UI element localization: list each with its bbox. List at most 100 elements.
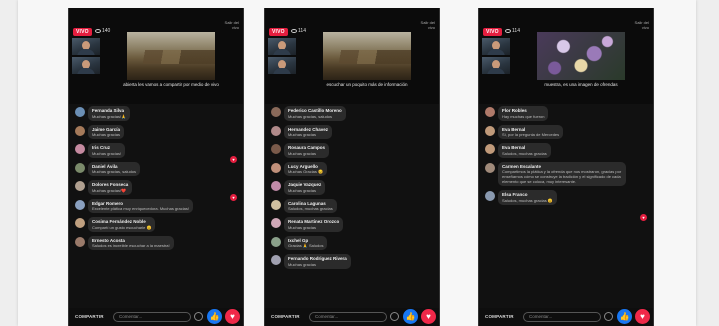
like-reaction-button[interactable]: 👍: [403, 309, 418, 324]
participant-cam: [482, 38, 510, 55]
bottom-bar: COMPARTIR Comentar... 👍 ♥: [265, 308, 439, 326]
comment-text: Excelente plática muy enriquecedora. Muc…: [92, 206, 189, 211]
shared-screen-image: [537, 32, 625, 80]
comment-bubble: Elsa Franco Saludos, muchas gracias 😊: [498, 190, 557, 205]
share-button[interactable]: COMPARTIR: [75, 314, 104, 319]
avatar[interactable]: [271, 181, 281, 191]
comment-bubble: Jaime García Muchas gracias: [88, 124, 125, 139]
like-reaction-button[interactable]: 👍: [617, 309, 632, 324]
commenter-name[interactable]: Renata Martinez Orozco: [288, 219, 339, 225]
avatar[interactable]: [75, 236, 85, 247]
avatar[interactable]: [271, 144, 281, 154]
shared-screen-image: [127, 32, 215, 80]
comment-row: Fernanda Silva Muchas gracias!🙏: [75, 106, 243, 121]
comment-row: Hernandez Chavez Muchas gracias: [271, 124, 439, 139]
comment-bubble: Jaquie Vazquez Muchas gracias: [284, 180, 326, 195]
comment-text: Muchas gracias: [288, 150, 317, 156]
emoji-icon[interactable]: [604, 312, 613, 321]
comment-item: Cosima Fernández Noble Compartí un gusto…: [69, 217, 243, 232]
video-area: VIVO 140 Salir del vivo abierta les vamo…: [69, 8, 243, 104]
comment-item: Carolina Lagunas Saludos, muchas gracias: [265, 198, 439, 213]
avatar[interactable]: [75, 107, 85, 117]
comment-row: Daniel Ávila Muchas gracias, saludos: [75, 161, 243, 176]
comment-item: Lucy Arguello Muchas Gracias 😊: [265, 161, 439, 176]
avatar[interactable]: [485, 162, 495, 173]
live-badge: VIVO: [73, 28, 92, 36]
emoji-icon[interactable]: [194, 312, 203, 321]
like-reaction-button[interactable]: 👍: [207, 309, 222, 324]
comment-bubble: Iris Cruz Muchas gracias!: [88, 143, 126, 158]
comment-item: Dolores Fonseca Muchas gracias!❤️: [69, 180, 243, 195]
comment-text: Muchas gracias, saludos: [288, 113, 333, 119]
commenter-name[interactable]: Rosaura Campos: [288, 145, 325, 151]
comment-item: Ernesto Acosta Saludos es increíble escu…: [69, 235, 243, 250]
comment-bubble: Federico Castillo Moreno Muchas gracias,…: [284, 106, 346, 121]
avatar[interactable]: [271, 162, 281, 173]
share-button[interactable]: COMPARTIR: [485, 314, 514, 319]
commenter-name[interactable]: Fernando Rodriguez Rivera: [288, 256, 347, 262]
commenter-name[interactable]: Jaquie Vazquez: [288, 182, 321, 188]
participant-cams: [482, 38, 510, 76]
comment-input[interactable]: Comentar...: [113, 312, 191, 322]
participant-cam: [72, 57, 100, 74]
love-reaction-button[interactable]: ♥: [635, 309, 650, 324]
avatar[interactable]: [75, 218, 85, 228]
avatar[interactable]: [485, 191, 495, 201]
floating-heart-icon: ♥: [640, 214, 647, 221]
comment-bubble: Ixchel Gp Gracias 🙏 Saludos: [284, 235, 328, 250]
avatar[interactable]: [271, 199, 281, 210]
comment-row: Renata Martinez Orozco Muchas gracias: [271, 217, 439, 232]
comment-text: Muchas gracias!🙏: [92, 113, 127, 119]
comment-item: Edgar Romero Excelente plática muy enriq…: [69, 198, 243, 213]
avatar[interactable]: [485, 107, 495, 117]
comment-bubble: Cosima Fernández Noble Compartí un gusto…: [88, 217, 156, 232]
commenter-name[interactable]: Federico Castillo Moreno: [288, 108, 342, 114]
comment-row: Eva Bernal Sí, por la pregunta de Merced…: [485, 124, 653, 139]
exit-live-link[interactable]: Salir del vivo: [221, 20, 239, 30]
exit-live-link[interactable]: Salir del vivo: [631, 20, 649, 30]
comment-item: Iris Cruz Muchas gracias!: [69, 143, 243, 158]
comment-text: Muchas gracias, saludos: [92, 169, 137, 174]
comment-row: Carmen Escalante Compartimos la plática …: [485, 161, 653, 186]
viewer-count-value: 114: [512, 28, 520, 34]
comment-item: Ixchel Gp Gracias 🙏 Saludos: [265, 235, 439, 250]
comment-text: Muchas gracias!❤️: [92, 187, 127, 193]
share-button[interactable]: COMPARTIR: [271, 314, 300, 319]
love-reaction-button[interactable]: ♥: [421, 309, 436, 324]
comment-item: Daniel Ávila Muchas gracias, saludos: [69, 161, 243, 176]
comment-item: Eva Bernal Saludos, muchas gracias: [479, 143, 653, 158]
avatar[interactable]: [75, 199, 85, 210]
avatar[interactable]: [271, 236, 281, 247]
comment-text: Saludos, muchas gracias: [288, 206, 333, 211]
comment-text: Compartí un gusto escucharle 😊: [92, 224, 152, 230]
comment-item: Renata Martinez Orozco Muchas gracias: [265, 217, 439, 232]
comment-input[interactable]: Comentar...: [309, 312, 387, 322]
comment-text: Compartimos la plática y la ofrenda que …: [502, 169, 622, 184]
avatar[interactable]: [75, 144, 85, 154]
floating-heart-icon: ♥: [230, 194, 237, 201]
avatar[interactable]: [485, 144, 495, 154]
exit-live-link[interactable]: Salir del vivo: [417, 20, 435, 30]
avatar[interactable]: [485, 125, 495, 136]
love-reaction-button[interactable]: ♥: [225, 309, 240, 324]
live-stream-phone-2: VIVO 114 Salir del vivo escuchar un poqu…: [264, 8, 440, 326]
avatar[interactable]: [271, 218, 281, 228]
comment-row: Rosaura Campos Muchas gracias: [271, 143, 439, 158]
avatar[interactable]: [75, 125, 85, 136]
commenter-name[interactable]: Cosima Fernández Noble: [92, 219, 151, 225]
comment-bubble: Carmen Escalante Compartimos la plática …: [498, 161, 626, 186]
comment-row: Iris Cruz Muchas gracias!: [75, 143, 243, 158]
commenter-name[interactable]: Fernanda Silva: [92, 108, 126, 114]
avatar[interactable]: [271, 255, 281, 265]
avatar[interactable]: [75, 181, 85, 191]
avatar[interactable]: [75, 162, 85, 173]
comment-row: Jaime García Muchas gracias: [75, 124, 243, 139]
live-badge: VIVO: [269, 28, 288, 36]
avatar[interactable]: [271, 125, 281, 136]
avatar[interactable]: [271, 107, 281, 117]
emoji-icon[interactable]: [390, 312, 399, 321]
bottom-bar: COMPARTIR Comentar... 👍 ♥: [69, 308, 243, 326]
comment-text: Muchas Gracias 😊: [288, 169, 323, 174]
commenter-name[interactable]: Dolores Fonseca: [92, 182, 128, 188]
comment-input[interactable]: Comentar...: [523, 312, 601, 322]
